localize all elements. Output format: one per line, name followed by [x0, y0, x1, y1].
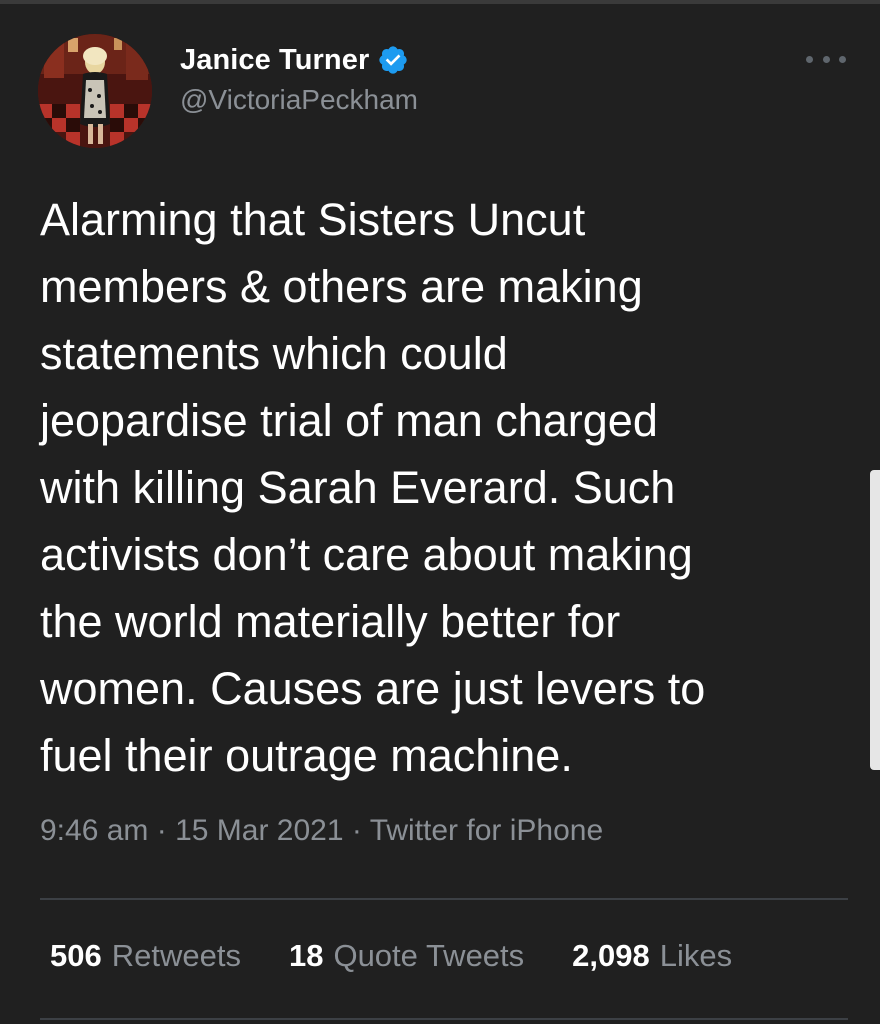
likes-count: 2,098 — [572, 938, 650, 973]
top-edge — [0, 0, 880, 4]
scrollbar-thumb[interactable] — [870, 470, 880, 770]
more-dot — [806, 55, 813, 63]
tweet-stats: 506 Retweets 18 Quote Tweets 2,098 Likes — [50, 938, 732, 974]
quote-tweets-stat[interactable]: 18 Quote Tweets — [289, 938, 524, 974]
meta-separator: · — [156, 814, 167, 847]
tweet-date[interactable]: 15 Mar 2021 — [175, 814, 343, 847]
tweet-time[interactable]: 9:46 am — [40, 814, 148, 847]
author-handle[interactable]: @VictoriaPeckham — [180, 84, 418, 116]
quote-tweets-label: Quote Tweets — [333, 938, 525, 973]
more-dot — [839, 55, 846, 63]
divider-top — [40, 898, 848, 900]
retweets-label: Retweets — [111, 938, 241, 973]
avatar-image — [38, 34, 152, 148]
author-display-name[interactable]: Janice Turner — [180, 44, 369, 77]
divider-bottom — [40, 1018, 848, 1020]
retweets-count: 506 — [50, 938, 102, 973]
more-options-icon[interactable] — [806, 52, 846, 66]
verified-badge-icon — [379, 46, 408, 74]
likes-label: Likes — [659, 938, 733, 973]
avatar[interactable] — [38, 34, 152, 148]
likes-stat[interactable]: 2,098 Likes — [572, 938, 732, 974]
more-dot — [822, 55, 830, 63]
meta-separator: · — [351, 814, 362, 847]
quote-tweets-count: 18 — [288, 938, 324, 973]
retweets-stat[interactable]: 506 Retweets — [50, 938, 241, 974]
tweet-source[interactable]: Twitter for iPhone — [370, 814, 603, 847]
tweet-text: Alarming that Sisters Uncut members & ot… — [40, 194, 706, 781]
tweet-meta: 9:46 am · 15 Mar 2021 · Twitter for iPho… — [40, 814, 603, 848]
author-name-row[interactable]: Janice Turner — [180, 40, 409, 80]
